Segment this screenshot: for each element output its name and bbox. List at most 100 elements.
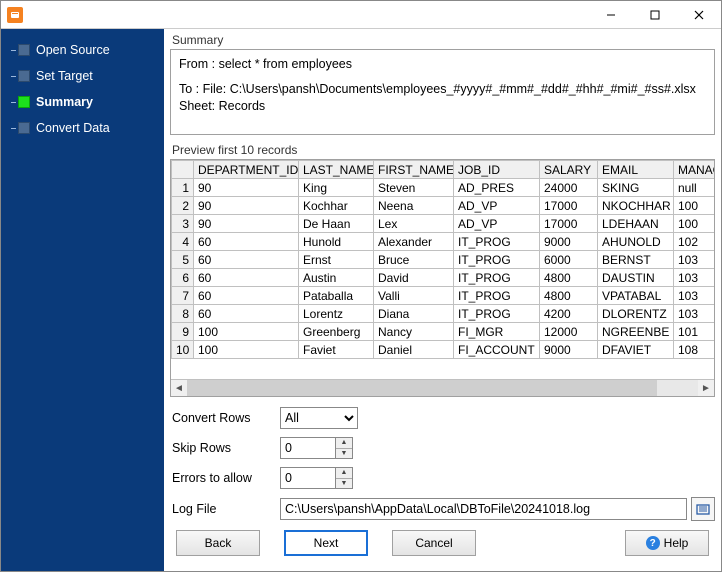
- table-cell: AD_VP: [454, 215, 540, 233]
- help-icon: ?: [646, 536, 660, 550]
- sidebar-item-convert-data[interactable]: Convert Data: [1, 115, 164, 141]
- column-header[interactable]: FIRST_NAME: [374, 161, 454, 179]
- skip-rows-input[interactable]: [280, 437, 336, 459]
- table-cell: Bruce: [374, 251, 454, 269]
- convert-rows-label: Convert Rows: [170, 411, 280, 425]
- spin-up-icon[interactable]: ▲: [336, 438, 352, 449]
- spin-down-icon[interactable]: ▼: [336, 479, 352, 489]
- table-cell: 102: [674, 233, 715, 251]
- table-cell: DAUSTIN: [598, 269, 674, 287]
- scroll-right-icon[interactable]: ►: [698, 380, 714, 396]
- table-cell: DLORENTZ: [598, 305, 674, 323]
- wizard-footer: Back Next Cancel ? Help: [170, 521, 715, 565]
- table-cell: Kochhar: [299, 197, 374, 215]
- sidebar-item-label: Convert Data: [36, 121, 110, 135]
- convert-rows-select[interactable]: All: [280, 407, 358, 429]
- options-form: Convert Rows All Skip Rows ▲ ▼: [170, 407, 715, 521]
- table-cell: 17000: [540, 197, 598, 215]
- table-row[interactable]: 860LorentzDianaIT_PROG4200DLORENTZ103: [172, 305, 715, 323]
- skip-rows-spinner[interactable]: ▲ ▼: [280, 437, 353, 459]
- table-row[interactable]: 560ErnstBruceIT_PROG6000BERNST103: [172, 251, 715, 269]
- table-cell: AD_PRES: [454, 179, 540, 197]
- column-header[interactable]: SALARY: [540, 161, 598, 179]
- column-header[interactable]: EMAIL: [598, 161, 674, 179]
- table-row[interactable]: 10100FavietDanielFI_ACCOUNT9000DFAVIET10…: [172, 341, 715, 359]
- errors-spinner[interactable]: ▲ ▼: [280, 467, 353, 489]
- sidebar-item-set-target[interactable]: Set Target: [1, 63, 164, 89]
- wizard-sidebar: Open Source Set Target Summary Convert D…: [1, 29, 164, 571]
- summary-from: From : select * from employees: [179, 56, 706, 73]
- main-panel: Summary From : select * from employees T…: [164, 29, 721, 571]
- table-cell: 60: [194, 305, 299, 323]
- table-cell: 12000: [540, 323, 598, 341]
- app-icon: [7, 7, 23, 23]
- table-row[interactable]: 660AustinDavidIT_PROG4800DAUSTIN103: [172, 269, 715, 287]
- table-cell: 60: [194, 251, 299, 269]
- next-button[interactable]: Next: [284, 530, 368, 556]
- horizontal-scrollbar[interactable]: ◄ ►: [171, 379, 714, 396]
- table-cell: 9000: [540, 341, 598, 359]
- table-cell: Lex: [374, 215, 454, 233]
- column-header[interactable]: MANAG: [674, 161, 715, 179]
- preview-title: Preview first 10 records: [172, 143, 715, 157]
- row-number: 2: [172, 197, 194, 215]
- maximize-button[interactable]: [633, 1, 677, 28]
- table-row[interactable]: 190KingStevenAD_PRES24000SKINGnull: [172, 179, 715, 197]
- table-cell: BERNST: [598, 251, 674, 269]
- row-number: 9: [172, 323, 194, 341]
- row-number: 8: [172, 305, 194, 323]
- table-cell: Ernst: [299, 251, 374, 269]
- table-cell: LDEHAAN: [598, 215, 674, 233]
- table-cell: Pataballa: [299, 287, 374, 305]
- table-cell: De Haan: [299, 215, 374, 233]
- table-row[interactable]: 9100GreenbergNancyFI_MGR12000NGREENBE101: [172, 323, 715, 341]
- table-cell: DFAVIET: [598, 341, 674, 359]
- table-cell: Lorentz: [299, 305, 374, 323]
- spin-up-icon[interactable]: ▲: [336, 468, 352, 479]
- row-number: 4: [172, 233, 194, 251]
- table-cell: 60: [194, 287, 299, 305]
- column-header[interactable]: JOB_ID: [454, 161, 540, 179]
- table-row[interactable]: 390De HaanLexAD_VP17000LDEHAAN100: [172, 215, 715, 233]
- sidebar-item-open-source[interactable]: Open Source: [1, 37, 164, 63]
- column-header[interactable]: DEPARTMENT_ID: [194, 161, 299, 179]
- column-header[interactable]: LAST_NAME: [299, 161, 374, 179]
- table-row[interactable]: 460HunoldAlexanderIT_PROG9000AHUNOLD102: [172, 233, 715, 251]
- table-cell: 9000: [540, 233, 598, 251]
- help-button[interactable]: ? Help: [625, 530, 709, 556]
- close-button[interactable]: [677, 1, 721, 28]
- table-cell: 101: [674, 323, 715, 341]
- browse-log-button[interactable]: [691, 497, 715, 521]
- table-cell: SKING: [598, 179, 674, 197]
- table-cell: David: [374, 269, 454, 287]
- table-cell: AHUNOLD: [598, 233, 674, 251]
- table-cell: 60: [194, 233, 299, 251]
- table-cell: IT_PROG: [454, 233, 540, 251]
- table-cell: null: [674, 179, 715, 197]
- summary-to: To : File: C:\Users\pansh\Documents\empl…: [179, 81, 706, 115]
- table-row[interactable]: 290KochharNeenaAD_VP17000NKOCHHAR100: [172, 197, 715, 215]
- minimize-button[interactable]: [589, 1, 633, 28]
- errors-label: Errors to allow: [170, 471, 280, 485]
- row-number: 7: [172, 287, 194, 305]
- table-cell: 103: [674, 269, 715, 287]
- errors-input[interactable]: [280, 467, 336, 489]
- table-cell: NGREENBE: [598, 323, 674, 341]
- scroll-left-icon[interactable]: ◄: [171, 380, 187, 396]
- log-file-input[interactable]: [280, 498, 687, 520]
- table-cell: 103: [674, 305, 715, 323]
- table-cell: 103: [674, 287, 715, 305]
- table-row[interactable]: 760PataballaValliIT_PROG4800VPATABAL103: [172, 287, 715, 305]
- table-cell: 4200: [540, 305, 598, 323]
- back-button[interactable]: Back: [176, 530, 260, 556]
- table-cell: 90: [194, 215, 299, 233]
- spin-down-icon[interactable]: ▼: [336, 449, 352, 459]
- preview-grid: DEPARTMENT_IDLAST_NAMEFIRST_NAMEJOB_IDSA…: [170, 159, 715, 397]
- sidebar-item-summary[interactable]: Summary: [1, 89, 164, 115]
- preview-table: DEPARTMENT_IDLAST_NAMEFIRST_NAMEJOB_IDSA…: [171, 160, 714, 359]
- sidebar-item-label: Summary: [36, 95, 93, 109]
- table-cell: 100: [194, 323, 299, 341]
- table-cell: 103: [674, 251, 715, 269]
- row-number: 3: [172, 215, 194, 233]
- cancel-button[interactable]: Cancel: [392, 530, 476, 556]
